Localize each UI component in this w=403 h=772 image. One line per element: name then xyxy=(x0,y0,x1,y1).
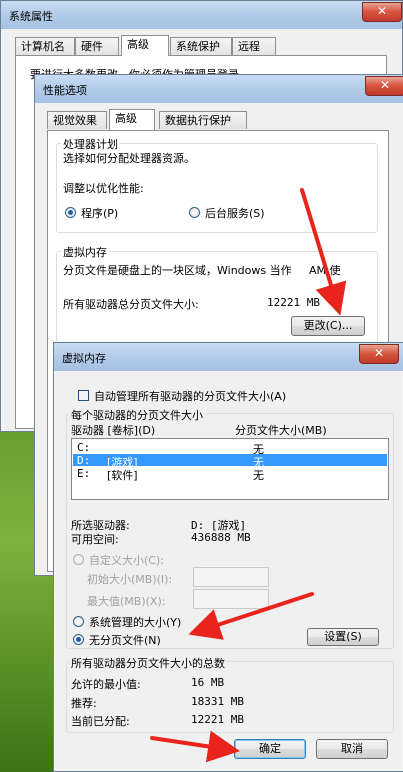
background-services-radio[interactable] xyxy=(189,207,200,218)
recommended-value: 18331 MB xyxy=(191,695,244,708)
cancel-button[interactable]: 取消 xyxy=(316,739,388,759)
total-paging-label: 所有驱动器总分页文件大小: xyxy=(63,298,199,311)
set-button[interactable]: 设置(S) xyxy=(307,628,379,646)
close-icon[interactable]: ✕ xyxy=(359,344,399,364)
virtual-memory-title: 虚拟内存 xyxy=(62,352,106,365)
initial-size-label: 初始大小(MB)(I): xyxy=(87,573,173,586)
auto-manage-checkbox[interactable] xyxy=(78,390,89,401)
drive-letter: E: xyxy=(77,467,91,480)
group-title: 虚拟内存 xyxy=(61,244,109,260)
system-properties-title: 系统属性 xyxy=(9,10,53,23)
virtual-memory-dialog: 虚拟内存 ✕ 自动管理所有驱动器的分页文件大小(A) 每个驱动器的分页文件大小 … xyxy=(53,342,403,772)
list-item[interactable]: C: 无 xyxy=(73,441,387,456)
group-title: 每个驱动器的分页文件大小 xyxy=(69,407,205,423)
change-button[interactable]: 更改(C)... xyxy=(291,316,365,336)
free-space-label: 可用空间: xyxy=(71,533,119,546)
drive-letter: D: xyxy=(77,454,91,467)
close-icon[interactable]: ✕ xyxy=(365,76,403,96)
tab-system-protection[interactable]: 系统保护 xyxy=(170,37,232,55)
performance-options-titlebar: 性能选项 ✕ xyxy=(35,75,403,103)
size-column-header: 分页文件大小(MB) xyxy=(235,424,327,437)
virtual-memory-description: 分页文件是硬盘上的一块区域，Windows 当作 xyxy=(63,264,292,277)
min-allowed-value: 16 MB xyxy=(191,676,225,689)
performance-tabs: 视觉效果 高级 数据执行保护 xyxy=(47,109,387,130)
recommended-label: 推荐: xyxy=(71,697,97,710)
tab-advanced[interactable]: 高级 xyxy=(121,35,169,56)
close-icon[interactable]: ✕ xyxy=(362,2,402,22)
tab-remote[interactable]: 远程 xyxy=(232,37,276,55)
tab-computer-name[interactable]: 计算机名 xyxy=(15,37,75,55)
initial-size-input[interactable] xyxy=(193,567,269,587)
drive-label: [软件] xyxy=(107,469,138,482)
group-title: 所有驱动器分页文件大小的总数 xyxy=(69,655,227,671)
list-item[interactable]: D: [游戏] 无 xyxy=(73,454,387,469)
system-managed-label[interactable]: 系统管理的大小(Y) xyxy=(89,614,181,630)
total-paging-value: 12221 MB xyxy=(267,296,320,309)
tab-visual-effects[interactable]: 视觉效果 xyxy=(47,111,107,129)
system-properties-titlebar: 系统属性 ✕ xyxy=(1,1,402,29)
tab-advanced[interactable]: 高级 xyxy=(109,109,155,130)
max-size-input[interactable] xyxy=(193,589,269,609)
system-properties-tabs: 计算机名 硬件 高级 系统保护 远程 xyxy=(15,35,385,56)
drive-column-header: 驱动器 [卷标](D) xyxy=(71,424,156,437)
current-allocated-value: 12221 MB xyxy=(191,713,244,726)
optimize-label: 调整以优化性能: xyxy=(63,182,144,195)
current-allocated-label: 当前已分配: xyxy=(71,715,130,728)
custom-size-radio[interactable] xyxy=(73,554,84,565)
programs-radio[interactable] xyxy=(65,207,76,218)
scheduler-description: 选择如何分配处理器资源。 xyxy=(63,152,195,165)
auto-manage-label[interactable]: 自动管理所有驱动器的分页文件大小(A) xyxy=(94,388,286,404)
max-size-label: 最大值(MB)(X): xyxy=(87,595,166,608)
no-paging-file-label[interactable]: 无分页文件(N) xyxy=(89,632,161,648)
tab-dep[interactable]: 数据执行保护 xyxy=(159,111,247,129)
drive-letter: C: xyxy=(77,441,91,454)
free-space-value: 436888 MB xyxy=(191,531,251,544)
performance-options-title: 性能选项 xyxy=(43,84,87,97)
drive-list[interactable]: C: 无 D: [游戏] 无 E: [软件] 无 xyxy=(71,438,389,500)
totals-group: 所有驱动器分页文件大小的总数 允许的最小值: 16 MB 推荐: 18331 M… xyxy=(66,655,394,733)
background-services-label[interactable]: 后台服务(S) xyxy=(205,205,265,221)
processor-scheduling-group: 处理器计划 选择如何分配处理器资源。 调整以优化性能: 程序(P) 后台服务(S… xyxy=(56,136,378,233)
ok-button[interactable]: 确定 xyxy=(234,739,306,759)
virtual-memory-titlebar: 虚拟内存 ✕ xyxy=(54,343,403,371)
custom-size-label[interactable]: 自定义大小(C): xyxy=(89,552,164,568)
per-drive-group: 每个驱动器的分页文件大小 驱动器 [卷标](D) 分页文件大小(MB) C: 无… xyxy=(66,407,394,649)
programs-label[interactable]: 程序(P) xyxy=(81,205,118,221)
no-paging-file-radio[interactable] xyxy=(73,634,84,645)
list-item[interactable]: E: [软件] 无 xyxy=(73,467,387,482)
virtual-memory-group: 虚拟内存 分页文件是硬盘上的一块区域，Windows 当作 AM 使 用。 所有… xyxy=(56,244,378,343)
drive-size: 无 xyxy=(253,469,264,482)
min-allowed-label: 允许的最小值: xyxy=(71,678,141,691)
system-managed-radio[interactable] xyxy=(73,616,84,627)
tab-hardware[interactable]: 硬件 xyxy=(75,37,119,55)
virtual-memory-description-cont: AM 使 xyxy=(309,264,341,277)
